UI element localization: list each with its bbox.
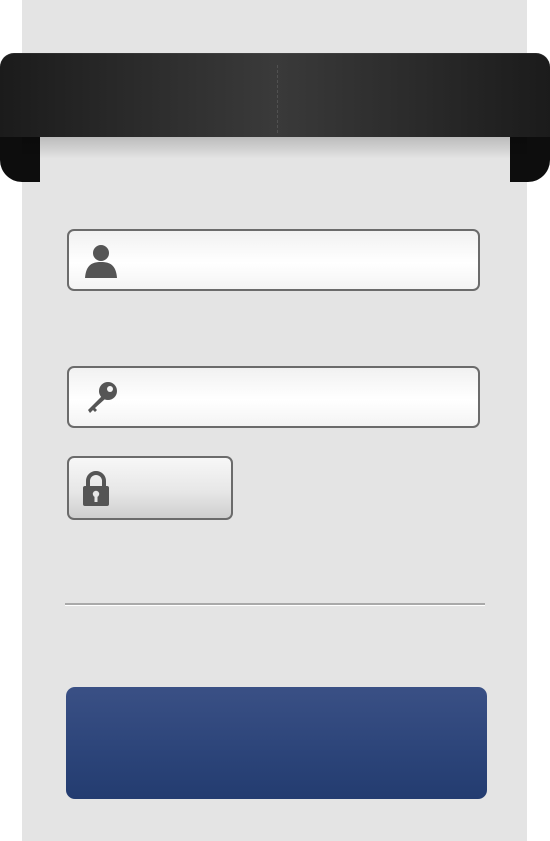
password-input[interactable] xyxy=(129,378,468,418)
divider xyxy=(65,603,485,606)
lock-icon xyxy=(81,471,111,507)
lock-button[interactable] xyxy=(67,456,233,520)
submit-button[interactable] xyxy=(66,687,487,799)
user-icon xyxy=(83,243,119,279)
ribbon-shadow xyxy=(22,137,527,159)
header-ribbon xyxy=(0,53,550,137)
username-field[interactable] xyxy=(67,229,480,291)
key-icon xyxy=(83,380,119,416)
password-field[interactable] xyxy=(67,366,480,428)
username-input[interactable] xyxy=(129,241,468,281)
